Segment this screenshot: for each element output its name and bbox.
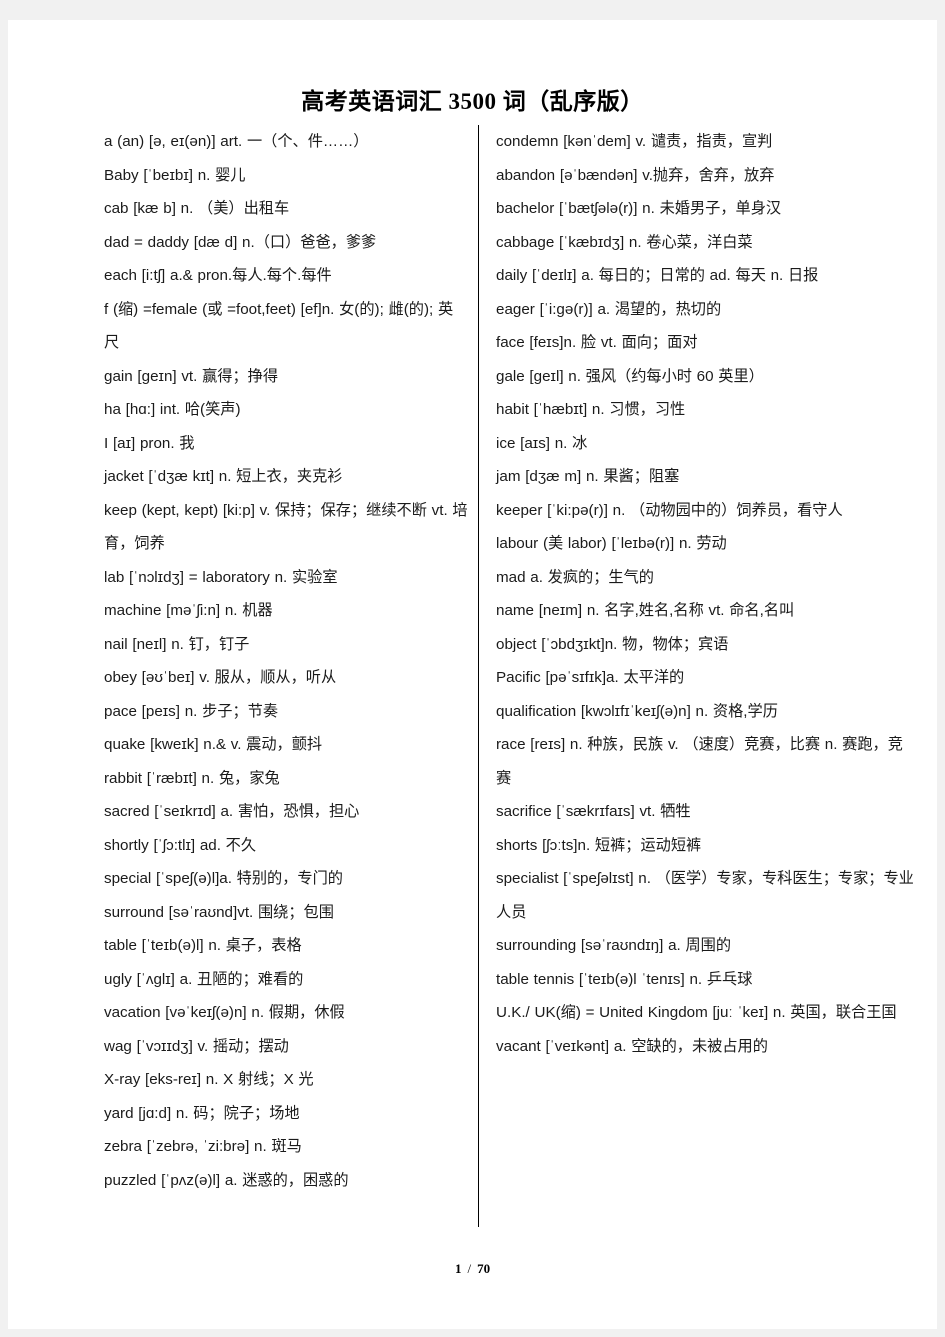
vocabulary-entry: dad = daddy [dæ d] n.（口）爸爸，爹爹 [104, 233, 377, 251]
vocabulary-entry: qualification [kwɔlɪfɪˈkeɪʃ(ə)n] n. 资格,学… [496, 702, 778, 720]
page-content: 高考英语词汇 3500 词（乱序版） a (an) [ə, eɪ(ən)] ar… [8, 20, 937, 1329]
vocabulary-entry: machine [məˈʃi:n] n. 机器 [104, 602, 273, 619]
vocabulary-entry: pace [peɪs] n. 步子；节奏 [104, 702, 279, 720]
vocabulary-entry: jacket [ˈdʒæ kɪt] n. 短上衣，夹克衫 [104, 468, 343, 485]
vocabulary-entry: nail [neɪl] n. 钉，钉子 [104, 635, 250, 653]
vocabulary-entry: puzzled [ˈpʌz(ə)l] a. 迷惑的，困惑的 [104, 1171, 349, 1189]
vocabulary-column-right: condemn [kənˈdem] v. 谴责，指责，宣判 abandon [əˈ… [479, 125, 937, 1235]
vocabulary-entry: labour (美 labor) [ˈleɪbə(r)] n. 劳动 [496, 535, 727, 552]
vocabulary-entry: sacred [ˈseɪkrɪd] a. 害怕，恐惧，担心 [104, 803, 360, 820]
vocabulary-entry: zebra [ˈzebrə, ˈzi:brə] n. 斑马 [104, 1138, 302, 1155]
vocabulary-entry: vacation [vəˈkeɪʃ(ə)n] n. 假期，休假 [104, 1004, 345, 1021]
vocabulary-entry: keeper [ˈki:pə(r)] n. （动物园中的）饲养员，看守人 [496, 501, 843, 519]
vocabulary-entry: surround [səˈraʊnd]vt. 围绕；包围 [104, 903, 334, 921]
vocabulary-entry: wag [ˈvɔɪɪdʒ] v. 摇动；摆动 [104, 1037, 289, 1055]
footer-separator: / [467, 1261, 472, 1276]
vocabulary-entry: jam [dʒæ m] n. 果酱；阻塞 [496, 468, 680, 485]
document-page: 高考英语词汇 3500 词（乱序版） a (an) [ə, eɪ(ən)] ar… [8, 20, 937, 1329]
vocabulary-entry: special [ˈspeʃ(ə)l]a. 特别的，专门的 [104, 870, 343, 887]
vocabulary-entry: habit [ˈhæbɪt] n. 习惯，习性 [496, 401, 686, 418]
vocabulary-entry: daily [ˈdeɪlɪ] a. 每日的；日常的 ad. 每天 n. 日报 [496, 267, 819, 284]
vocabulary-entry: object [ˈɔbdʒɪkt]n. 物，物体；宾语 [496, 635, 729, 653]
vocabulary-entry: f (缩) =female (或 =foot,feet) [ef]n. 女(的)… [104, 300, 454, 352]
vocabulary-entry: ha [hɑ:] int. 哈(笑声) [104, 401, 241, 418]
vocabulary-entry: Pacific [pəˈsɪfɪk]a. 太平洋的 [496, 669, 685, 686]
footer-total-pages: 70 [477, 1261, 491, 1276]
vocabulary-entry: mad a. 发疯的；生气的 [496, 568, 654, 586]
vocabulary-entry: obey [əʊˈbeɪ] v. 服从，顺从，听从 [104, 669, 337, 686]
vocabulary-entry: lab [ˈnɔlɪdʒ] = laboratory n. 实验室 [104, 568, 338, 586]
vocabulary-entry: quake [kweɪk] n.& v. 震动，颤抖 [104, 736, 323, 753]
page-footer: 1/70 [8, 1261, 937, 1277]
vocabulary-entry: X-ray [eks-reɪ] n. X 射线；X 光 [104, 1071, 314, 1088]
vocabulary-entry: surrounding [səˈraʊndɪŋ] a. 周围的 [496, 937, 732, 954]
vocabulary-entry: yard [jɑ:d] n. 码；院子；场地 [104, 1104, 300, 1122]
vocabulary-entry: keep (kept, kept) [ki:p] v. 保持；保存；继续不断 v… [104, 501, 468, 553]
vocabulary-entry: cab [kæ b] n. （美）出租车 [104, 200, 290, 217]
vocabulary-entry: eager [ˈi:gə(r)] a. 渴望的，热切的 [496, 300, 722, 318]
vocabulary-entry: table [ˈteɪb(ə)l] n. 桌子，表格 [104, 937, 302, 954]
vocabulary-entry: name [neɪm] n. 名字,姓名,名称 vt. 命名,名叫 [496, 602, 795, 619]
vocabulary-entry: ugly [ˈʌglɪ] a. 丑陋的；难看的 [104, 970, 304, 988]
page-title: 高考英语词汇 3500 词（乱序版） [301, 89, 644, 114]
vocabulary-entry: I [aɪ] pron. 我 [104, 434, 195, 452]
vocabulary-entry: shortly [ˈʃɔ:tlɪ] ad. 不久 [104, 836, 257, 854]
vocabulary-entry: gale [geɪl] n. 强风（约每小时 60 英里） [496, 367, 764, 385]
vocabulary-entry: shorts [ʃɔːts]n. 短裤；运动短裤 [496, 836, 702, 854]
vocabulary-column-left: a (an) [ə, eɪ(ən)] art. 一（个、件……） Baby [ˈb… [8, 125, 478, 1235]
vocabulary-entry: gain [geɪn] vt. 赢得；挣得 [104, 367, 279, 385]
vocabulary-entry: ice [aɪs] n. 冰 [496, 434, 588, 452]
vocabulary-entry: vacant [ˈveɪkənt] a. 空缺的，未被占用的 [496, 1037, 768, 1055]
vocabulary-entry: U.K./ UK(缩) = United Kingdom [juː ˈkeɪ] … [496, 1004, 897, 1021]
vocabulary-entry: abandon [əˈbændən] v.抛弃，舍弃，放弃 [496, 166, 775, 184]
vocabulary-entry: Baby [ˈbeɪbɪ] n. 婴儿 [104, 166, 246, 184]
vocabulary-entry: sacrifice [ˈsækrɪfaɪs] vt. 牺牲 [496, 803, 691, 820]
vocabulary-entry: face [feɪs]n. 脸 vt. 面向；面对 [496, 334, 698, 351]
vocabulary-entry: a (an) [ə, eɪ(ən)] art. 一（个、件……） [104, 133, 369, 150]
two-column-layout: a (an) [ə, eɪ(ən)] art. 一（个、件……） Baby [ˈb… [8, 125, 937, 1235]
vocabulary-entry: rabbit [ˈræbɪt] n. 兔，家兔 [104, 769, 280, 787]
vocabulary-entry: cabbage [ˈkæbɪdʒ] n. 卷心菜，洋白菜 [496, 233, 753, 251]
vocabulary-entry: bachelor [ˈbætʃələ(r)] n. 未婚男子，单身汉 [496, 200, 782, 217]
vocabulary-entry: race [reɪs] n. 种族，民族 v. （速度）竞赛，比赛 n. 赛跑，… [496, 736, 903, 787]
vocabulary-entry: table tennis [ˈteɪb(ə)l ˈtenɪs] n. 乒乓球 [496, 970, 753, 988]
vocabulary-entry: condemn [kənˈdem] v. 谴责，指责，宣判 [496, 133, 773, 150]
vocabulary-entry: each [i:tʃ] a.& pron.每人.每个.每件 [104, 267, 332, 284]
vocabulary-entry: specialist [ˈspeʃəlɪst] n. （医学）专家，专科医生；专… [496, 870, 914, 921]
